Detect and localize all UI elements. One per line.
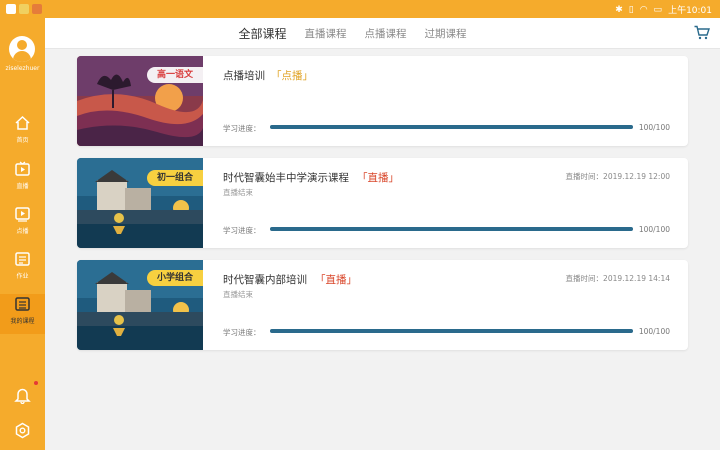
sidebar: ziselezhuer 首页 直播 点播 作业 我的课程 <box>0 18 45 450</box>
live-time: 直播时间：2019.12.19 14:14 <box>565 274 670 283</box>
progress-label: 学习进度： <box>223 226 261 235</box>
tab-all-courses[interactable]: 全部课程 <box>238 25 286 42</box>
tab-live-courses[interactable]: 直播课程 <box>305 26 347 41</box>
sidebar-item-label: 我的课程 <box>10 318 35 325</box>
sidebar-item-my-courses[interactable]: 我的课程 <box>0 294 45 334</box>
avatar[interactable] <box>9 36 35 62</box>
my-courses-icon <box>15 297 30 311</box>
vod-icon <box>15 207 30 222</box>
course-title: 时代智囊内部培训 「直播」 <box>223 272 357 287</box>
progress-value: 100/100 <box>638 225 670 234</box>
progress-bar <box>270 227 633 231</box>
bluetooth-icon: ✱ <box>615 4 623 15</box>
homework-icon <box>15 252 30 266</box>
cart-icon[interactable] <box>694 25 710 40</box>
progress-label: 学习进度： <box>223 124 261 133</box>
sidebar-item-vod[interactable]: 点播 <box>0 206 45 246</box>
thumbnail-tag: 高一语文 <box>147 67 203 83</box>
progress-value: 100/100 <box>638 327 670 336</box>
progress-fill <box>270 125 633 129</box>
course-title-text: 时代智囊始丰中学演示课程 <box>223 172 349 184</box>
status-bar: ✱ ▯ ◠ ▭ 上午10:01 <box>0 0 720 18</box>
live-status: 直播结束 <box>223 290 253 299</box>
progress-label: 学习进度： <box>223 328 261 337</box>
sidebar-item-live[interactable]: 直播 <box>0 161 45 201</box>
thumbnail-tag: 小学组合 <box>147 270 203 286</box>
course-tabs: 全部课程 直播课程 点播课程 过期课程 <box>45 18 720 49</box>
username: ziselezhuer <box>5 65 40 72</box>
home-icon <box>15 115 30 130</box>
course-type-badge: 「直播」 <box>315 274 357 286</box>
sidebar-item-home[interactable]: 首页 <box>0 115 45 155</box>
sidebar-item-label: 作业 <box>16 273 29 280</box>
progress-bar <box>270 329 633 333</box>
status-indicators: ✱ ▯ ◠ ▭ 上午10:01 <box>615 3 712 17</box>
course-title: 点播培训 「点播」 <box>223 68 313 83</box>
tab-vod-courses[interactable]: 点播课程 <box>365 26 407 41</box>
wifi-icon: ◠ <box>639 4 648 15</box>
notification-dot <box>34 381 38 385</box>
progress-bar <box>270 125 633 129</box>
settings-icon[interactable] <box>14 422 31 439</box>
course-title: 时代智囊始丰中学演示课程 「直播」 <box>223 170 399 185</box>
vibrate-icon: ▯ <box>628 4 634 15</box>
progress-fill <box>270 329 633 333</box>
course-title-text: 点播培训 <box>223 70 265 82</box>
sidebar-item-label: 首页 <box>16 137 29 144</box>
bell-icon[interactable] <box>14 386 31 404</box>
course-title-text: 时代智囊内部培训 <box>223 274 307 286</box>
battery-icon: ▭ <box>653 4 663 15</box>
status-time: 上午10:01 <box>668 6 712 16</box>
sidebar-item-homework[interactable]: 作业 <box>0 251 45 291</box>
tab-expired-courses[interactable]: 过期课程 <box>425 26 467 41</box>
app-notification-icon <box>19 4 29 14</box>
course-list: 高一语文 点播培训 「点播」 学习进度： 100/100 初一组合 时代智囊始丰… <box>45 49 720 450</box>
progress-fill <box>270 227 633 231</box>
live-status: 直播结束 <box>223 188 253 197</box>
course-card[interactable]: 初一组合 时代智囊始丰中学演示课程 「直播」 直播结束 直播时间：2019.12.… <box>77 158 688 248</box>
course-card[interactable]: 小学组合 时代智囊内部培训 「直播」 直播结束 直播时间：2019.12.19 1… <box>77 260 688 350</box>
progress-value: 100/100 <box>638 123 670 132</box>
top-header: 全部课程 直播课程 点播课程 过期课程 <box>45 18 720 49</box>
live-time: 直播时间：2019.12.19 12:00 <box>565 172 670 181</box>
course-thumbnail: 高一语文 <box>77 56 203 146</box>
course-thumbnail: 初一组合 <box>77 158 203 248</box>
course-type-badge: 「点播」 <box>271 70 313 82</box>
course-type-badge: 「直播」 <box>357 172 399 184</box>
course-thumbnail: 小学组合 <box>77 260 203 350</box>
sidebar-item-label: 点播 <box>16 228 29 235</box>
sidebar-item-label: 直播 <box>16 183 29 190</box>
thumbnail-tag: 初一组合 <box>147 170 203 186</box>
app-notification-icon <box>6 4 16 14</box>
course-card[interactable]: 高一语文 点播培训 「点播」 学习进度： 100/100 <box>77 56 688 146</box>
status-app-icons <box>6 4 42 14</box>
app-notification-icon <box>32 4 42 14</box>
live-icon <box>15 161 30 176</box>
